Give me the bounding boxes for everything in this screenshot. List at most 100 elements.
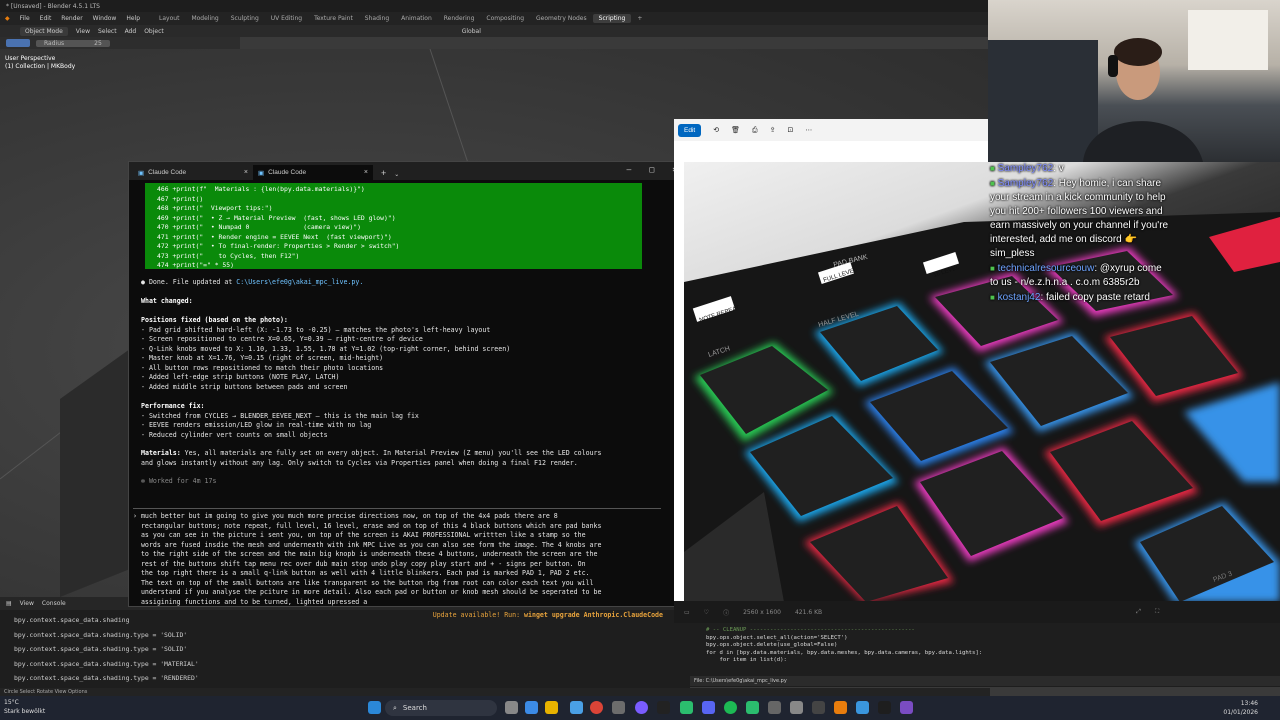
more-icon[interactable]: ⋯	[805, 126, 812, 134]
filmstrip-icon[interactable]: ▭	[684, 609, 690, 616]
prompt-line: understand if you analyse the pciture in…	[133, 588, 602, 596]
app-icon[interactable]	[878, 701, 891, 714]
tab-claude-code-1[interactable]: ▣ Claude Code ×	[133, 165, 253, 180]
console-menu[interactable]: Console	[42, 600, 66, 607]
blender-logo-icon[interactable]: ◆	[0, 15, 15, 22]
info-icon[interactable]: ⓘ	[723, 608, 729, 617]
discord-icon[interactable]	[702, 701, 715, 714]
app-icon[interactable]	[790, 701, 803, 714]
close-tab-icon[interactable]: ×	[244, 169, 248, 176]
diff-line: 468 +print(" Viewport tips:")	[157, 204, 273, 212]
edge-icon[interactable]	[525, 701, 538, 714]
windows-taskbar: 15°C Stark bewölkt ⌕ Search 13:46 01/01/202…	[0, 696, 1280, 720]
photos-app-icon[interactable]	[856, 701, 869, 714]
blender-app-icon[interactable]	[834, 701, 847, 714]
favorite-icon[interactable]: ♡	[704, 609, 709, 616]
share-icon[interactable]: ⇪	[770, 126, 776, 134]
tab-uv-editing[interactable]: UV Editing	[265, 14, 308, 23]
task-view-icon[interactable]	[505, 701, 518, 714]
object-mode-dropdown[interactable]: Object Mode	[20, 26, 68, 36]
rotate-icon[interactable]: ⟲	[713, 126, 719, 134]
console-editor-icon[interactable]: ▤	[6, 600, 12, 607]
edit-button[interactable]: Edit	[678, 123, 702, 137]
tab-geometry-nodes[interactable]: Geometry Nodes	[530, 14, 593, 23]
header-view[interactable]: View	[76, 28, 90, 35]
close-tab-icon[interactable]: ×	[364, 169, 368, 176]
minimize-icon[interactable]: –	[627, 165, 632, 174]
window-title: * [Unsaved] - Blender 4.5.1 LTS	[6, 2, 100, 10]
code-line: for item in list(d):	[706, 657, 787, 664]
tab-shading[interactable]: Shading	[359, 14, 395, 23]
materials-line: Yes, all materials are fully set on ever…	[180, 449, 602, 457]
chrome-icon[interactable]	[590, 701, 603, 714]
app-icon[interactable]	[768, 701, 781, 714]
print-icon[interactable]: ⎙	[752, 126, 758, 135]
console-view-menu[interactable]: View	[20, 600, 34, 607]
tab-label: Claude Code	[148, 169, 187, 176]
radius-field[interactable]: Radius 25	[36, 39, 110, 47]
diff-line: 472 +print(" • To final-render: Properti…	[157, 242, 400, 250]
menu-window[interactable]: Window	[88, 15, 122, 22]
tab-layout[interactable]: Layout	[153, 14, 185, 23]
terminal-icon: ▣	[258, 169, 265, 177]
tab-scripting[interactable]: Scripting	[592, 14, 632, 23]
diff-line: 469 +print(" • Z → Material Preview (fas…	[157, 213, 396, 222]
maximize-icon[interactable]: □	[649, 165, 654, 174]
fit-window-icon[interactable]: ⤢	[1136, 608, 1141, 616]
terminal-icon: ▣	[138, 169, 145, 177]
tab-compositing[interactable]: Compositing	[480, 14, 530, 23]
steam-icon[interactable]	[746, 701, 759, 714]
select-tool-icon[interactable]	[6, 39, 30, 47]
delete-icon[interactable]: 🗑	[731, 126, 740, 134]
system-clock[interactable]: 13:46 01/01/2026	[1223, 699, 1258, 717]
tab-sculpting[interactable]: Sculpting	[225, 14, 265, 23]
terminal-window[interactable]: ▣Claude Code× ▣Claude Code× + ⌄ – □ × 46…	[128, 161, 684, 619]
vscode-icon[interactable]	[900, 701, 913, 714]
done-message: ● Done. File updated at C:\Users\efe0g\a…	[141, 278, 363, 288]
diff-line: 467 +print()	[157, 194, 204, 203]
done-prefix: ● Done. File updated at	[141, 278, 237, 286]
tab-claude-code-2[interactable]: ▣ Claude Code ×	[253, 165, 373, 180]
mpc-photo: PAD BANK 16 LEVEL FULL LEVEL HALF LEVEL …	[684, 162, 1280, 602]
menu-render[interactable]: Render	[56, 15, 87, 22]
menu-file[interactable]: File	[15, 15, 35, 22]
perf-heading: Performance fix:	[141, 402, 205, 412]
taskbar-search[interactable]: ⌕ Search	[385, 700, 497, 716]
terminal-app-icon[interactable]	[812, 701, 825, 714]
header-object[interactable]: Object	[144, 28, 164, 35]
python-console[interactable]: bpy.context.space_data.shading bpy.conte…	[0, 610, 690, 688]
transform-orientation-dropdown[interactable]: Global	[462, 28, 481, 35]
header-select[interactable]: Select	[98, 28, 117, 35]
windows-start-icon[interactable]	[368, 701, 381, 714]
add-workspace-icon[interactable]: +	[631, 14, 648, 23]
spotify-icon[interactable]	[724, 701, 737, 714]
blender-status-bar: Circle Select Rotate View Options	[0, 688, 990, 696]
file-explorer-icon[interactable]	[545, 701, 558, 714]
webcam-image	[988, 10, 1268, 162]
tab-rendering[interactable]: Rendering	[438, 14, 481, 23]
menu-edit[interactable]: Edit	[35, 15, 57, 22]
prompt-line: › much better but im going to give you m…	[133, 512, 558, 520]
obs-icon[interactable]	[635, 701, 648, 714]
positions-item: - Q-Link knobs moved to X: 1.10, 1.33, 1…	[141, 344, 511, 353]
menu-help[interactable]: Help	[121, 15, 145, 22]
tab-animation[interactable]: Animation	[395, 14, 438, 23]
header-add[interactable]: Add	[125, 28, 137, 35]
fullscreen-icon[interactable]: ⛶	[1155, 608, 1159, 616]
prompt-line: rest of the buttons shift tap menu rec o…	[133, 559, 586, 568]
new-tab-icon[interactable]: +	[381, 168, 386, 180]
prompt-input[interactable]: › much better but im going to give you m…	[133, 508, 661, 607]
tab-texture-paint[interactable]: Texture Paint	[308, 14, 359, 23]
nvidia-icon[interactable]	[680, 701, 693, 714]
fit-icon[interactable]: ⊡	[787, 126, 793, 134]
store-icon[interactable]	[570, 701, 583, 714]
chatgpt-icon[interactable]	[657, 701, 670, 714]
file-path: File: C:\Users\efe0g\akai_mpc_live.py	[694, 678, 787, 684]
viewport-perspective-label: User Perspective	[5, 55, 56, 62]
tab-dropdown-icon[interactable]: ⌄	[394, 171, 399, 180]
update-notice: Update available! Run: winget upgrade An…	[433, 611, 663, 619]
tab-modeling[interactable]: Modeling	[185, 14, 224, 23]
app-icon[interactable]	[612, 701, 625, 714]
weather-widget[interactable]: 15°C Stark bewölkt	[4, 698, 45, 716]
window-controls: – □ ×	[627, 165, 677, 174]
